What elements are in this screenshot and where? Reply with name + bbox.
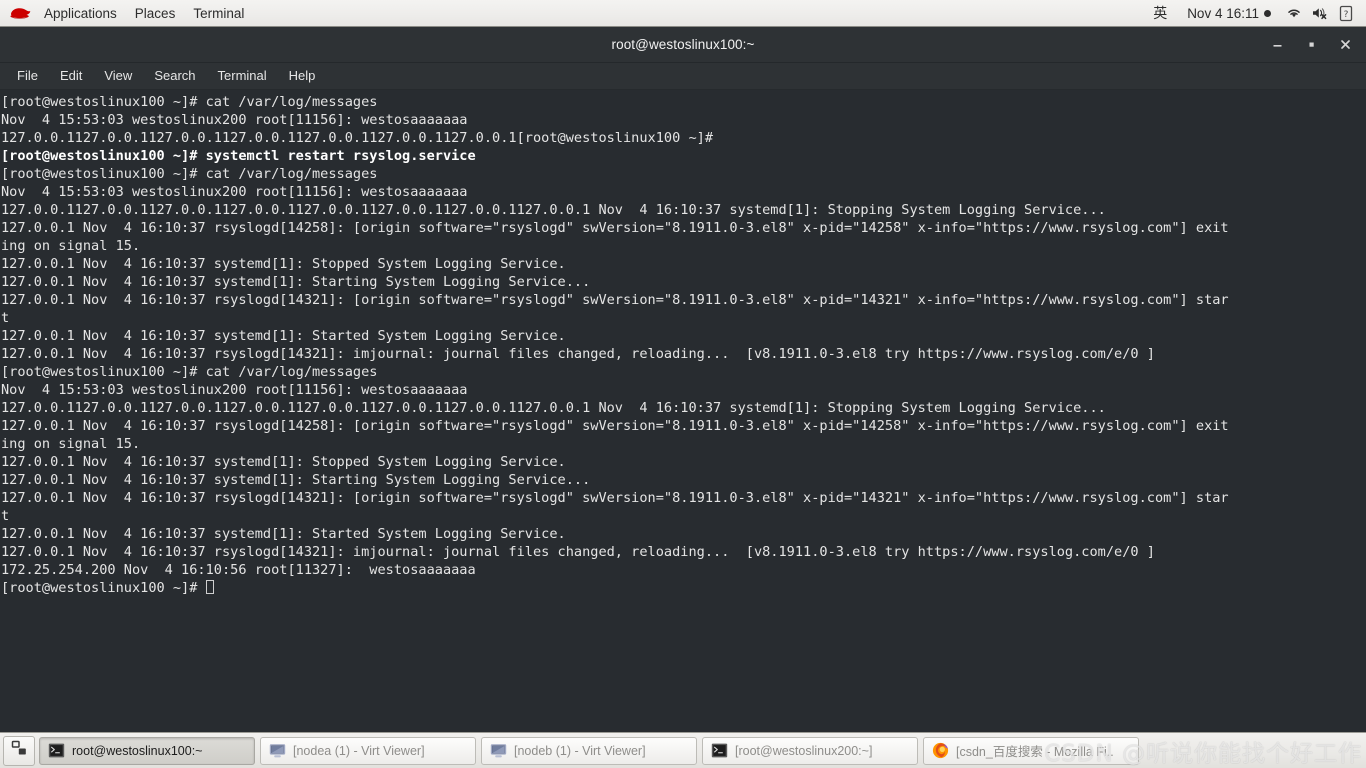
maximize-button[interactable] <box>1294 27 1328 62</box>
taskbar-item[interactable]: [root@westoslinux200:~] <box>702 736 918 765</box>
taskbar-item-label: [root@westoslinux200:~] <box>735 743 873 758</box>
firefox-icon <box>932 742 949 759</box>
terminal-line: 127.0.0.1 Nov 4 16:10:37 rsyslogd[14258]… <box>1 418 1229 434</box>
terminal-line: 127.0.0.1 Nov 4 16:10:37 rsyslogd[14321]… <box>1 346 1155 362</box>
window-titlebar[interactable]: root@westoslinux100:~ <box>0 27 1366 63</box>
top-panel-right: 英 Nov 4 16:11 ? <box>1141 0 1366 26</box>
taskbar-item-label: [nodeb (1) - Virt Viewer] <box>514 743 646 758</box>
taskbar-item[interactable]: root@westoslinux100:~ <box>39 736 255 765</box>
taskbar-item[interactable]: [nodeb (1) - Virt Viewer] <box>481 736 697 765</box>
volume-muted-icon[interactable] <box>1309 0 1331 27</box>
terminal-line: t <box>1 508 10 524</box>
terminal-prompt-line: [root@westoslinux100 ~]# <box>1 579 1366 597</box>
menu-places[interactable]: Places <box>126 0 185 27</box>
terminal-lines: [root@westoslinux100 ~]# cat /var/log/me… <box>1 93 1366 597</box>
menu-file[interactable]: File <box>6 63 49 89</box>
desktop-screen: Applications Places Terminal 英 Nov 4 16:… <box>0 0 1366 768</box>
task-list: root@westoslinux100:~ [nodea (1) - Virt V… <box>39 736 1363 765</box>
terminal-line: 127.0.0.1127.0.0.1127.0.0.1127.0.0.1127.… <box>1 400 1106 416</box>
terminal-line: 127.0.0.1 Nov 4 16:10:37 systemd[1]: Sto… <box>1 256 566 272</box>
terminal-cursor <box>205 580 214 594</box>
terminal-line: 127.0.0.1 Nov 4 16:10:37 systemd[1]: Sta… <box>1 472 591 488</box>
notification-dot-icon <box>1264 9 1271 17</box>
terminal-line: 127.0.0.1 Nov 4 16:10:37 systemd[1]: Sta… <box>1 328 566 344</box>
terminal-menubar: File Edit View Search Terminal Help <box>0 63 1366 90</box>
terminal-line: [root@westoslinux100 ~]# cat /var/log/me… <box>1 166 378 182</box>
taskbar-item-label: [csdn_百度搜索 - Mozilla Fi.. <box>956 745 1114 759</box>
taskbar-item-label: root@westoslinux100:~ <box>72 743 203 758</box>
terminal-icon <box>48 742 65 759</box>
terminal-line: 172.25.254.200 Nov 4 16:10:56 root[11327… <box>1 562 476 578</box>
monitor-icon <box>490 742 507 759</box>
redhat-fedora-icon[interactable] <box>7 0 33 27</box>
terminal-output-area[interactable]: [root@westoslinux100 ~]# cat /var/log/me… <box>0 90 1366 733</box>
terminal-line: ing on signal 15. <box>1 238 141 254</box>
terminal-line: t <box>1 310 10 326</box>
top-panel: Applications Places Terminal 英 Nov 4 16:… <box>0 0 1366 27</box>
menu-terminal-win[interactable]: Terminal <box>207 63 278 89</box>
ime-indicator[interactable]: 英 <box>1141 0 1179 27</box>
clock-area[interactable]: Nov 4 16:11 <box>1179 0 1279 27</box>
terminal-window: root@westoslinux100:~ File Edit View Sea <box>0 27 1366 733</box>
wifi-icon[interactable] <box>1283 0 1305 27</box>
monitor-icon <box>269 742 286 759</box>
minimize-button[interactable] <box>1260 27 1294 62</box>
terminal-line: Nov 4 15:53:03 westoslinux200 root[11156… <box>1 112 468 128</box>
show-desktop-button[interactable] <box>3 735 35 766</box>
terminal-line: 127.0.0.1 Nov 4 16:10:37 systemd[1]: Sta… <box>1 274 591 290</box>
terminal-line: [root@westoslinux100 ~]# cat /var/log/me… <box>1 94 378 110</box>
taskbar-item-label: [nodea (1) - Virt Viewer] <box>293 743 425 758</box>
menu-view[interactable]: View <box>93 63 143 89</box>
battery-unknown-icon[interactable]: ? <box>1335 0 1357 27</box>
taskbar: root@westoslinux100:~ [nodea (1) - Virt V… <box>0 732 1366 768</box>
menu-terminal[interactable]: Terminal <box>184 0 253 27</box>
terminal-line: [root@westoslinux100 ~]# systemctl resta… <box>1 148 476 164</box>
close-button[interactable] <box>1328 27 1362 62</box>
terminal-line: 127.0.0.1 Nov 4 16:10:37 rsyslogd[14321]… <box>1 292 1229 308</box>
menu-search[interactable]: Search <box>143 63 206 89</box>
show-desktop-icon <box>11 740 28 762</box>
taskbar-item[interactable]: [csdn_百度搜索 - Mozilla Fi.. <box>923 736 1139 765</box>
terminal-icon <box>711 742 728 759</box>
menu-applications[interactable]: Applications <box>35 0 126 27</box>
window-controls <box>1260 27 1362 62</box>
terminal-line: Nov 4 15:53:03 westoslinux200 root[11156… <box>1 184 468 200</box>
terminal-line: Nov 4 15:53:03 westoslinux200 root[11156… <box>1 382 468 398</box>
menu-edit[interactable]: Edit <box>49 63 93 89</box>
terminal-line: 127.0.0.1 Nov 4 16:10:37 systemd[1]: Sta… <box>1 526 566 542</box>
terminal-line: 127.0.0.1127.0.0.1127.0.0.1127.0.0.1127.… <box>1 130 714 146</box>
clock-label: Nov 4 16:11 <box>1187 5 1259 21</box>
terminal-line: 127.0.0.1 Nov 4 16:10:37 systemd[1]: Sto… <box>1 454 566 470</box>
terminal-line: 127.0.0.1127.0.0.1127.0.0.1127.0.0.1127.… <box>1 202 1106 218</box>
top-panel-left: Applications Places Terminal <box>0 0 253 26</box>
taskbar-item[interactable]: [nodea (1) - Virt Viewer] <box>260 736 476 765</box>
menu-help[interactable]: Help <box>278 63 327 89</box>
svg-text:?: ? <box>1344 9 1349 19</box>
terminal-line: 127.0.0.1 Nov 4 16:10:37 rsyslogd[14258]… <box>1 220 1229 236</box>
terminal-line: 127.0.0.1 Nov 4 16:10:37 rsyslogd[14321]… <box>1 490 1229 506</box>
window-title: root@westoslinux100:~ <box>611 37 755 52</box>
terminal-line: [root@westoslinux100 ~]# cat /var/log/me… <box>1 364 378 380</box>
terminal-line: 127.0.0.1 Nov 4 16:10:37 rsyslogd[14321]… <box>1 544 1155 560</box>
terminal-line: ing on signal 15. <box>1 436 141 452</box>
terminal-prompt: [root@westoslinux100 ~]# <box>1 580 206 596</box>
